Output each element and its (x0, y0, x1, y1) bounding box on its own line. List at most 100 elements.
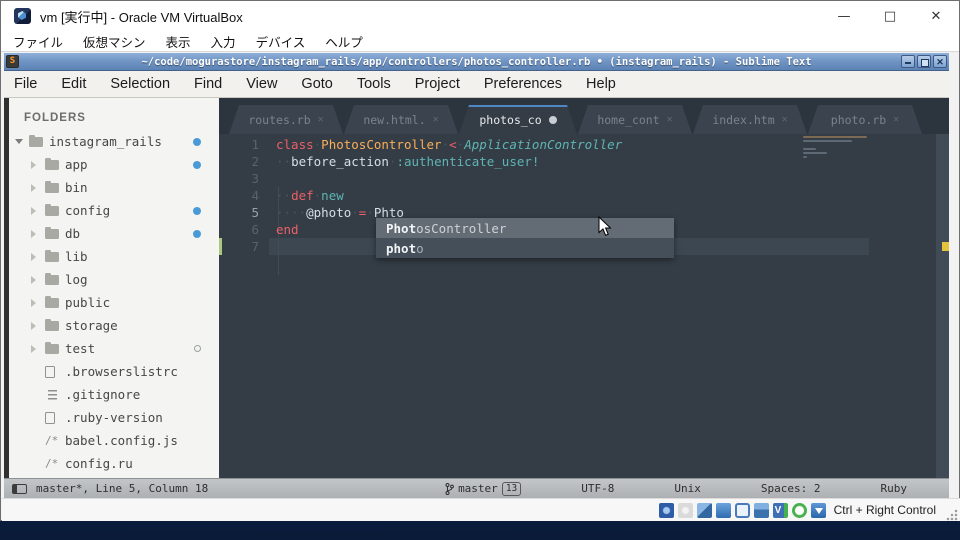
tree-item-label: bin (65, 180, 88, 195)
host-menu-item-4[interactable]: デバイス (246, 32, 316, 51)
tab-close-icon[interactable]: ✕ (893, 114, 899, 125)
tab-photo-rb[interactable]: photo.rb ✕ (808, 105, 922, 134)
minimize-button[interactable]: — (821, 1, 867, 31)
optical-drives-icon[interactable] (677, 502, 693, 518)
tree-item--ruby-version[interactable]: .ruby-version (9, 406, 219, 429)
tab-close-icon[interactable]: ✕ (782, 114, 788, 125)
tree-item-app[interactable]: app (9, 153, 219, 176)
hard-disks-icon[interactable] (658, 502, 674, 518)
maximize-button[interactable]: □ (867, 1, 913, 31)
tab-label: photo.rb (830, 112, 887, 127)
line-content: ··def·new (276, 188, 344, 203)
chevron-right-icon (31, 276, 45, 284)
menu-file[interactable]: File (4, 76, 49, 92)
menu-help[interactable]: Help (574, 76, 628, 92)
tree-item-lib[interactable]: lib (9, 245, 219, 268)
tree-item--browserslistrc[interactable]: .browserslistrc (9, 360, 219, 383)
minimap-line (803, 136, 868, 138)
autocomplete-rest: osController (416, 220, 507, 236)
host-menu-item-3[interactable]: 入力 (201, 32, 246, 51)
code-area[interactable]: 1 class·PhotosController·<·ApplicationCon… (219, 134, 936, 478)
folder-icon (45, 272, 65, 285)
tree-item-config-ru[interactable]: /* config.ru (9, 452, 219, 475)
minimap[interactable] (803, 136, 869, 164)
sublime-titlebar[interactable]: S ~/code/mogurastore/instagram_rails/app… (4, 53, 949, 71)
tree-item-label: app (65, 157, 88, 172)
menu-selection[interactable]: Selection (98, 76, 182, 92)
tab-new-html-[interactable]: new.html. ✕ (344, 105, 458, 134)
display-icon[interactable] (734, 502, 750, 518)
autocomplete-item[interactable]: Phot osController (376, 218, 674, 238)
tab-routes-rb[interactable]: routes.rb ✕ (229, 105, 343, 134)
code-line-4: 4 ··def·new (219, 187, 936, 204)
tree-item-public[interactable]: public (9, 291, 219, 314)
sublime-restore-button[interactable] (917, 55, 931, 68)
mouse-integration-icon[interactable] (791, 502, 807, 518)
statusbar-encoding[interactable]: UTF-8 (581, 482, 614, 495)
menu-preferences[interactable]: Preferences (472, 76, 574, 92)
tree-item-config[interactable]: config (9, 199, 219, 222)
folder-icon (45, 318, 65, 331)
tree-item-label: lib (65, 249, 88, 264)
statusbar-indent[interactable]: Spaces: 2 (761, 482, 821, 495)
tab-home-cont[interactable]: home_cont ✕ (578, 105, 692, 134)
line-content (259, 170, 276, 187)
tree-item-db[interactable]: db (9, 222, 219, 245)
line-number: 5 (251, 205, 259, 220)
features-icon[interactable]: V (772, 502, 788, 518)
line-content: end (276, 222, 299, 237)
tree-item-log[interactable]: log (9, 268, 219, 291)
sublime-close-button[interactable] (933, 55, 947, 68)
autocomplete-item[interactable]: phot o (376, 238, 674, 258)
tree-item--gitignore[interactable]: .gitignore (9, 383, 219, 406)
minimap-line (803, 156, 808, 158)
vertical-scrollbar[interactable] (936, 134, 949, 478)
tab-label: home_cont (597, 112, 660, 127)
tree-item-label: storage (65, 318, 118, 333)
vm-screen: S ~/code/mogurastore/instagram_rails/app… (4, 53, 949, 498)
host-window-controls: — □ ✕ (821, 1, 959, 31)
editor-pane[interactable]: routes.rb ✕ new.html. ✕ photos_co home_cont ✕ i… (219, 98, 949, 478)
menu-view[interactable]: View (234, 76, 289, 92)
usb-icon[interactable] (715, 502, 731, 518)
menu-find[interactable]: Find (182, 76, 234, 92)
tree-item-test[interactable]: test (9, 337, 219, 360)
host-menu-item-0[interactable]: ファイル (3, 32, 73, 51)
tree-item-instagram-rails[interactable]: instagram_rails (9, 130, 219, 153)
tree-item-storage[interactable]: storage (9, 314, 219, 337)
menu-goto[interactable]: Goto (289, 76, 344, 92)
modified-dot-badge (193, 229, 201, 238)
chevron-right-icon (31, 184, 45, 192)
close-button[interactable]: ✕ (913, 1, 959, 31)
host-menu-item-5[interactable]: ヘルプ (315, 32, 373, 51)
resize-grip-icon[interactable] (946, 509, 958, 521)
tab-bar: routes.rb ✕ new.html. ✕ photos_co home_cont ✕ i… (219, 98, 949, 134)
tree-item-babel-config-js[interactable]: /* babel.config.js (9, 429, 219, 452)
sidebar-toggle-icon[interactable] (12, 483, 27, 494)
tab-index-htm[interactable]: index.htm ✕ (693, 105, 807, 134)
network-icon[interactable] (696, 502, 712, 518)
host-menu-item-1[interactable]: 仮想マシン (73, 32, 156, 51)
host-menu-item-2[interactable]: 表示 (156, 32, 201, 51)
code-line-3: 3 (219, 170, 936, 187)
shared-folders-icon[interactable] (753, 502, 769, 518)
tab-close-icon[interactable]: ✕ (667, 114, 673, 125)
statusbar-line-endings[interactable]: Unix (674, 482, 701, 495)
tree-item-label: instagram_rails (49, 134, 162, 149)
statusbar-syntax[interactable]: Ruby (881, 482, 908, 495)
tree-item-bin[interactable]: bin (9, 176, 219, 199)
host-titlebar[interactable]: vm [実行中] - Oracle VM VirtualBox — □ ✕ (1, 1, 959, 31)
menu-tools[interactable]: Tools (345, 76, 403, 92)
keyboard-icon[interactable] (810, 502, 826, 518)
tab-photos-co[interactable]: photos_co (459, 105, 577, 134)
tab-close-icon[interactable]: ✕ (318, 114, 324, 125)
sublime-body: FOLDERS instagram_rails app bin config db lib… (4, 98, 949, 478)
menu-project[interactable]: Project (403, 76, 472, 92)
menu-edit[interactable]: Edit (49, 76, 98, 92)
git-branch[interactable]: master 13 (445, 481, 522, 496)
tab-close-icon[interactable]: ✕ (433, 114, 439, 125)
sublime-minimize-button[interactable] (901, 55, 915, 68)
branch-count-badge: 13 (501, 481, 522, 496)
tree-item-label: log (65, 272, 88, 287)
autocomplete-match: phot (386, 240, 417, 256)
